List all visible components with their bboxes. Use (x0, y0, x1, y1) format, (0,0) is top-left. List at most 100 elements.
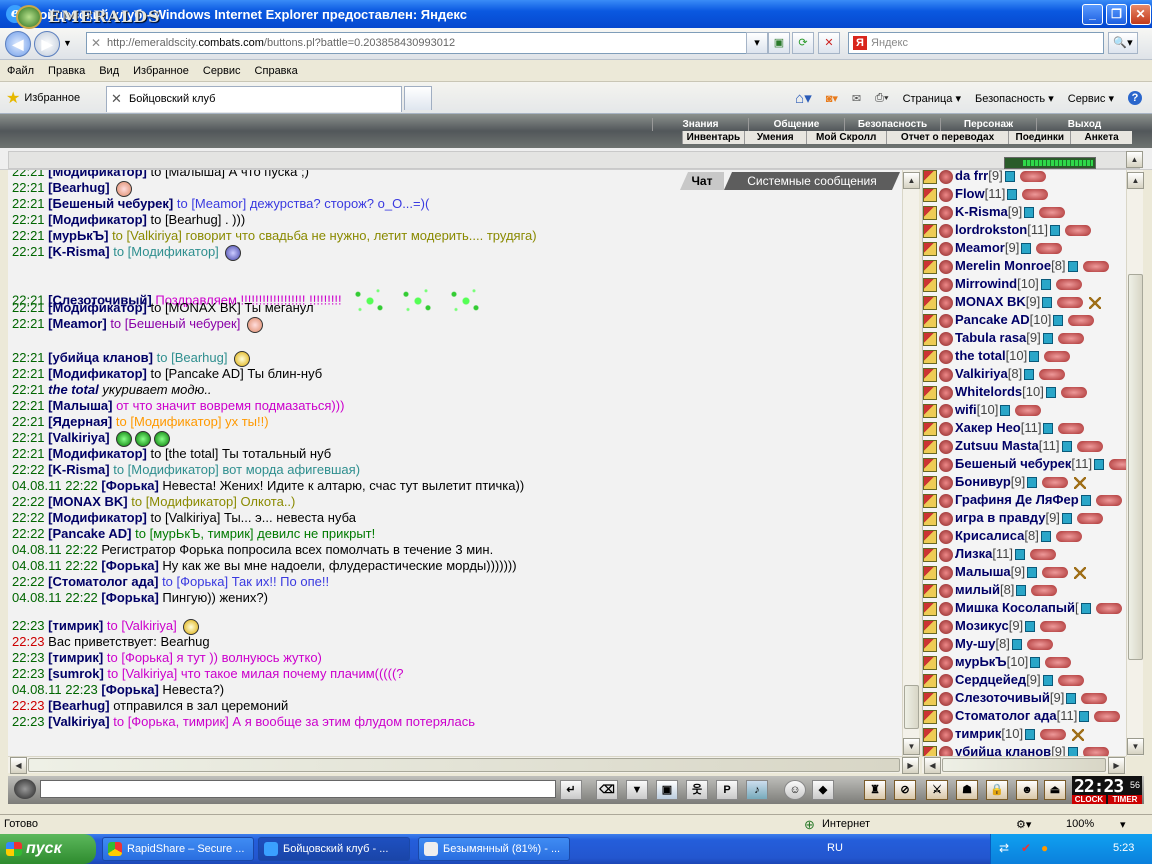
chat-nick[interactable]: [Малыша] (48, 398, 112, 413)
chat-recipient[interactable]: to [Форька, тимрик] (113, 714, 229, 729)
chat-recipient[interactable]: to [the total] (150, 446, 218, 461)
private-message-icon[interactable] (923, 223, 937, 238)
info-icon[interactable] (1040, 531, 1051, 543)
chat-recipient[interactable]: to [Valkiriya] (112, 228, 182, 243)
chat-recipient[interactable]: to [мурЬкЪ, тимрик] (135, 526, 253, 541)
private-message-icon[interactable] (923, 565, 937, 580)
userlist-scrollbar[interactable]: ▲ ▼ (1126, 170, 1144, 756)
hscroll-left-icon[interactable]: ◀ (10, 757, 27, 774)
language-indicator[interactable]: RU (827, 842, 843, 854)
friends-icon[interactable]: ☻ (1016, 780, 1038, 800)
private-message-icon[interactable] (923, 385, 937, 400)
group-icon[interactable]: ☗ (956, 780, 978, 800)
info-icon[interactable] (1067, 747, 1078, 756)
chat-nick[interactable]: [Bearhug] (48, 180, 109, 195)
info-icon[interactable] (1024, 369, 1035, 381)
chat-recipient[interactable]: to [Valkiriya] (107, 618, 177, 633)
info-icon[interactable] (1025, 729, 1036, 741)
private-message-icon[interactable] (923, 691, 937, 706)
user-name[interactable]: мурЬкЪ (955, 654, 1007, 669)
menu-help[interactable]: Справка (248, 65, 305, 77)
chat-hscrollbar[interactable]: ◀ ▶ (8, 756, 920, 774)
private-message-icon[interactable] (923, 493, 937, 508)
scroll-down-icon[interactable]: ▼ (903, 738, 920, 755)
strip-up-icon[interactable]: ▲ (1126, 151, 1143, 168)
nav-inventory[interactable]: Инвентарь (682, 131, 744, 144)
info-icon[interactable] (1011, 639, 1022, 651)
private-message-icon[interactable] (923, 457, 937, 472)
private-message-icon[interactable] (923, 745, 937, 756)
user-name[interactable]: Лизка (955, 546, 992, 561)
nav-profile[interactable]: Анкета (1070, 131, 1132, 144)
user-name[interactable]: милый (955, 582, 1000, 597)
info-icon[interactable] (1061, 513, 1072, 525)
private-message-icon[interactable] (923, 277, 937, 292)
info-icon[interactable] (1007, 189, 1018, 201)
chat-nick[interactable]: [Стоматолог ада] (48, 574, 158, 589)
user-name[interactable]: Pancake AD (955, 312, 1030, 327)
user-list-item[interactable]: убийца кланов[9] (923, 744, 1111, 756)
user-name[interactable]: Mirrowind (955, 276, 1017, 291)
private-message-icon[interactable] (923, 205, 937, 220)
private-message-icon[interactable] (923, 187, 937, 202)
private-message-icon[interactable] (923, 331, 937, 346)
user-list-item[interactable]: Meamor[9] (923, 240, 1064, 256)
private-message-icon[interactable] (923, 619, 937, 634)
nav-character[interactable]: Персонаж (940, 118, 1036, 131)
user-list-item[interactable]: Стоматолог ада[11] (923, 708, 1122, 724)
save-icon[interactable]: ▣ (656, 780, 678, 800)
chat-recipient[interactable]: to [Форька] (107, 650, 173, 665)
private-message-icon[interactable] (923, 547, 937, 562)
eraser-icon[interactable]: ⌫ (596, 780, 618, 800)
user-name[interactable]: da frr (955, 170, 988, 183)
user-name[interactable]: the total (955, 348, 1006, 363)
talk-head-icon[interactable] (14, 779, 36, 799)
chat-nick[interactable]: the total (48, 382, 99, 397)
chat-recipient[interactable]: to [Модификатор] (131, 494, 237, 509)
battle-icon[interactable] (1074, 566, 1087, 579)
info-icon[interactable] (1094, 459, 1105, 471)
nav-knowledge[interactable]: Знания (652, 118, 748, 131)
user-list-item[interactable]: MONAX BK[9] (923, 294, 1103, 310)
compat-view-icon[interactable]: ▣ (768, 32, 790, 54)
chat-recipient[interactable]: to [Meamor] (177, 196, 246, 211)
user-list-item[interactable]: игра в правду[9] (923, 510, 1105, 526)
ul-hscroll-left-icon[interactable]: ◀ (924, 757, 941, 774)
chat-nick[interactable]: [Бешеный чебурек] (48, 196, 173, 211)
chat-message-input[interactable] (40, 780, 556, 798)
private-message-icon[interactable] (923, 583, 937, 598)
user-name[interactable]: Valkiriya (955, 366, 1008, 381)
hscroll-thumb[interactable] (28, 758, 900, 772)
user-list-item[interactable]: Графиня Де ЛяФер (923, 492, 1124, 508)
user-name[interactable]: K-Risma (955, 204, 1008, 219)
private-message-icon[interactable] (923, 637, 937, 652)
menu-favorites[interactable]: Избранное (126, 65, 196, 77)
timer-button[interactable]: TIMER (1108, 795, 1142, 804)
chat-nick[interactable]: [тимрик] (48, 618, 103, 633)
user-list-item[interactable]: Слезоточивый[9] (923, 690, 1109, 706)
battle-icon[interactable] (1074, 476, 1087, 489)
private-log-icon[interactable]: P (716, 780, 738, 800)
fighter-icon[interactable]: 웃 (686, 780, 708, 800)
private-message-icon[interactable] (923, 511, 937, 526)
minimize-button[interactable]: _ (1082, 4, 1103, 25)
battle-icon[interactable] (1089, 296, 1102, 309)
private-message-icon[interactable] (923, 439, 937, 454)
inventory-icon[interactable]: ♜ (864, 780, 886, 800)
nav-exit[interactable]: Выход (1036, 118, 1132, 131)
smiley-icon[interactable]: ☺ (784, 780, 806, 800)
menu-page[interactable]: Страница ▾ (903, 92, 961, 105)
search-button[interactable]: 🔍▾ (1108, 32, 1138, 54)
maximize-button[interactable]: ❐ (1106, 4, 1127, 25)
info-icon[interactable] (1042, 675, 1053, 687)
user-name[interactable]: Meamor (955, 240, 1005, 255)
nav-battles[interactable]: Поединки (1008, 131, 1070, 144)
info-icon[interactable] (1021, 243, 1032, 255)
chat-recipient[interactable]: to [Valkiriya] (107, 666, 177, 681)
forward-button[interactable]: ▶ (34, 31, 60, 57)
user-list-item[interactable]: Merelin Monroe[8] (923, 258, 1111, 274)
mail-icon[interactable]: ✉ (852, 92, 861, 105)
chat-nick[interactable]: [убийца кланов] (48, 350, 153, 365)
chat-recipient[interactable]: to [Малыша] (150, 170, 224, 179)
user-name[interactable]: wifi (955, 402, 977, 417)
